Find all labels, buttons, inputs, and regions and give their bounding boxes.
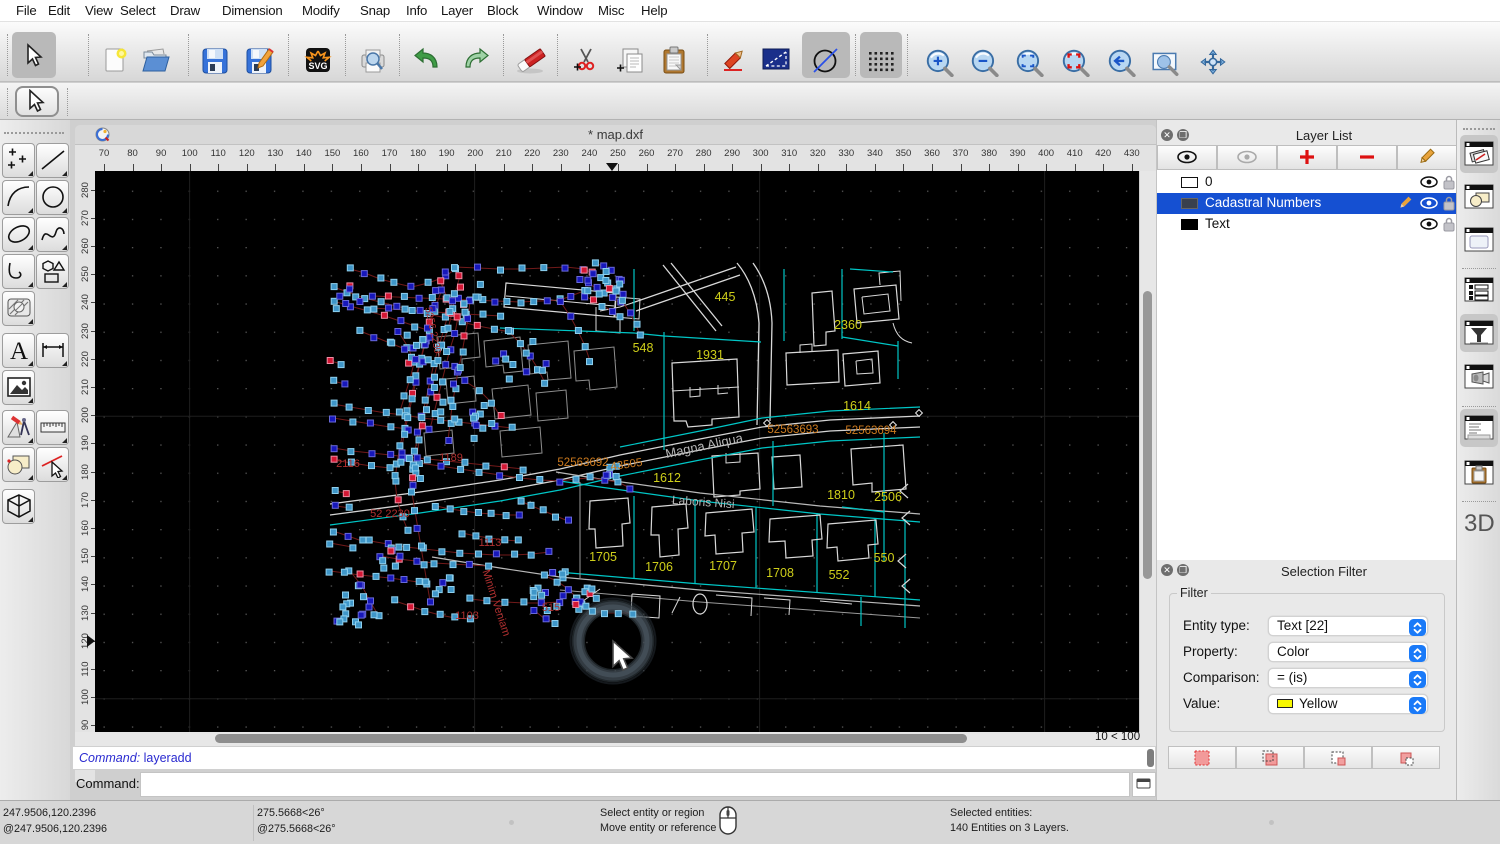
svg-text:1810: 1810 (827, 488, 855, 502)
svg-text:1612: 1612 (653, 471, 681, 485)
svg-text:550: 550 (874, 551, 895, 565)
svg-text:445: 445 (715, 290, 736, 304)
svg-text:2116: 2116 (336, 458, 360, 470)
svg-text:1706: 1706 (645, 560, 673, 574)
svg-text:552: 552 (829, 568, 850, 582)
svg-text:515: 515 (542, 602, 560, 614)
svg-text:548: 548 (633, 341, 654, 355)
svg-text:52563692: 52563692 (557, 457, 608, 469)
svg-text:52 2230: 52 2230 (370, 508, 410, 520)
svg-text:1103: 1103 (455, 610, 479, 622)
svg-text:1705: 1705 (589, 550, 617, 564)
svg-text:1189: 1189 (439, 452, 463, 464)
svg-text:52563694: 52563694 (845, 425, 897, 437)
svg-text:1931: 1931 (696, 348, 724, 362)
svg-text:SVG: SVG (308, 61, 327, 71)
svg-text:A: A (10, 338, 28, 364)
svg-text:1614: 1614 (843, 399, 871, 413)
svg-text:52563693: 52563693 (767, 424, 818, 436)
svg-text:2360: 2360 (834, 318, 862, 332)
svg-text:2506: 2506 (874, 490, 902, 504)
svg-text:1707: 1707 (709, 559, 737, 573)
svg-text:1708: 1708 (766, 566, 794, 580)
svg-text:1113: 1113 (479, 537, 502, 549)
